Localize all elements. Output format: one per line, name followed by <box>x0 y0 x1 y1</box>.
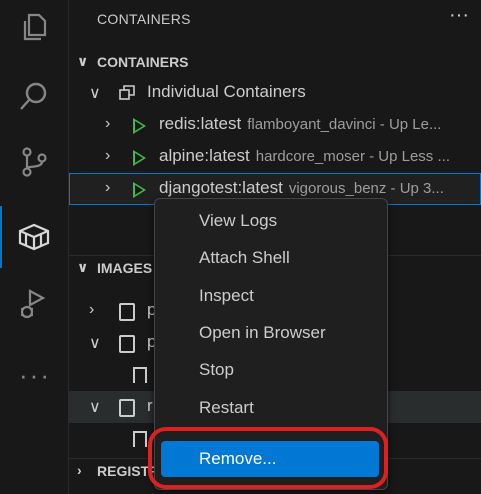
container-row[interactable]: › alpine:latest hardcore_moser - Up Less … <box>69 141 481 173</box>
container-name: djangotest:latest <box>159 178 283 197</box>
active-indicator <box>0 206 2 268</box>
chevron-down-icon: ∨ <box>77 53 89 69</box>
sidebar-title: CONTAINERS <box>97 11 191 27</box>
chevron-down-icon: ∨ <box>89 399 101 416</box>
explorer-icon[interactable] <box>14 8 54 48</box>
container-row[interactable]: › redis:latest flamboyant_davinci - Up Le… <box>69 109 481 141</box>
more-icon[interactable]: ··· <box>19 360 51 391</box>
run-debug-icon[interactable] <box>14 284 54 324</box>
activity-bar: ··· <box>0 0 69 494</box>
containers-section-header[interactable]: ∨ CONTAINERS <box>69 50 481 76</box>
container-name: alpine:latest <box>159 146 250 165</box>
container-description: hardcore_moser - Up Less ... <box>255 148 450 165</box>
menu-item-inspect[interactable]: Inspect <box>161 278 379 314</box>
search-icon[interactable] <box>14 76 54 116</box>
image-icon <box>119 303 135 321</box>
menu-item-open-in-browser[interactable]: Open in Browser <box>161 315 379 351</box>
menu-item-restart[interactable]: Restart <box>161 390 379 426</box>
menu-item-stop[interactable]: Stop <box>161 352 379 388</box>
tag-icon <box>133 431 147 447</box>
image-icon <box>119 335 135 353</box>
container-description: flamboyant_davinci - Up Le... <box>247 116 442 133</box>
chevron-down-icon: ∨ <box>89 85 101 102</box>
tag-icon <box>133 367 147 383</box>
container-name: redis:latest <box>159 114 242 133</box>
source-control-icon[interactable] <box>14 142 54 182</box>
chevron-down-icon: ∨ <box>89 335 101 352</box>
container-description: vigorous_benz - Up 3... <box>288 180 444 197</box>
running-icon <box>133 118 146 134</box>
menu-item-view-logs[interactable]: View Logs <box>161 203 379 239</box>
group-icon <box>119 83 137 101</box>
tree-group-individual-containers[interactable]: ∨ Individual Containers <box>69 77 481 109</box>
views-more-icon[interactable]: ··· <box>449 4 469 27</box>
highlight-annotation <box>148 427 388 489</box>
running-icon <box>133 182 146 198</box>
chevron-right-icon: › <box>89 301 95 318</box>
image-icon <box>119 399 135 417</box>
menu-item-attach-shell[interactable]: Attach Shell <box>161 240 379 276</box>
group-label: Individual Containers <box>147 82 306 101</box>
chevron-down-icon: ∨ <box>77 259 89 275</box>
chevron-right-icon: › <box>105 179 111 196</box>
chevron-right-icon: › <box>105 115 111 132</box>
chevron-right-icon: › <box>77 462 82 478</box>
docker-icon[interactable] <box>14 216 54 256</box>
running-icon <box>133 150 146 166</box>
chevron-right-icon: › <box>105 147 111 164</box>
